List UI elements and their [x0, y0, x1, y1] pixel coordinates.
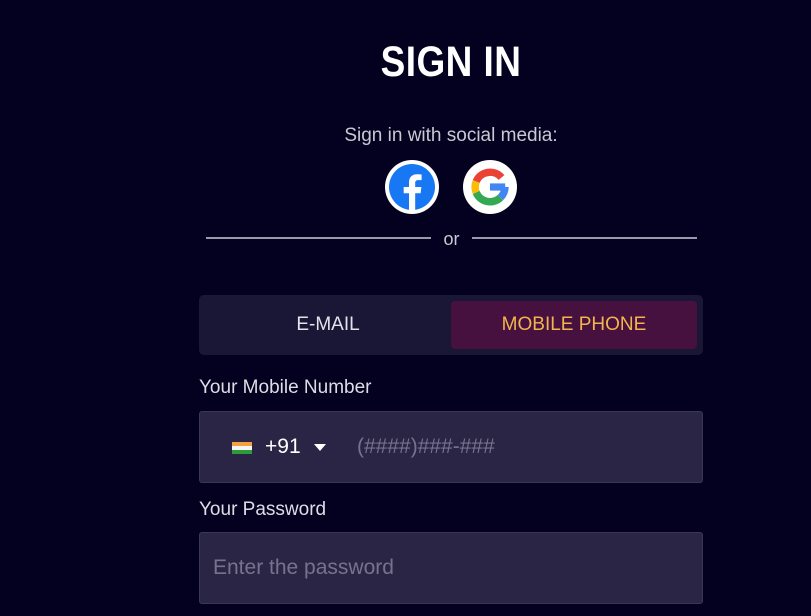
- country-code-select[interactable]: +91: [230, 412, 340, 482]
- divider-or-text: or: [443, 229, 460, 249]
- tab-email[interactable]: E-MAIL: [205, 301, 451, 349]
- mobile-number-field: +91: [199, 411, 703, 483]
- page-title: SIGN IN: [380, 38, 522, 86]
- password-field: [199, 532, 703, 604]
- social-signin-label: Sign in with social media:: [344, 125, 558, 146]
- divider-line-left: [206, 237, 431, 239]
- mobile-number-label: Your Mobile Number: [199, 377, 372, 398]
- google-icon: [464, 161, 516, 213]
- password-input[interactable]: [213, 533, 688, 603]
- facebook-signin-button[interactable]: [385, 160, 439, 214]
- dial-code: +91: [265, 435, 301, 458]
- signin-method-tabs: E-MAIL MOBILE PHONE: [199, 295, 703, 355]
- tab-mobile-phone[interactable]: MOBILE PHONE: [451, 301, 697, 349]
- mobile-number-input[interactable]: [357, 412, 687, 482]
- google-signin-button[interactable]: [463, 160, 517, 214]
- india-flag-icon: [232, 442, 252, 454]
- facebook-icon: [386, 161, 438, 213]
- password-label: Your Password: [199, 499, 327, 520]
- divider-line-right: [472, 237, 697, 239]
- chevron-down-icon: [314, 444, 326, 451]
